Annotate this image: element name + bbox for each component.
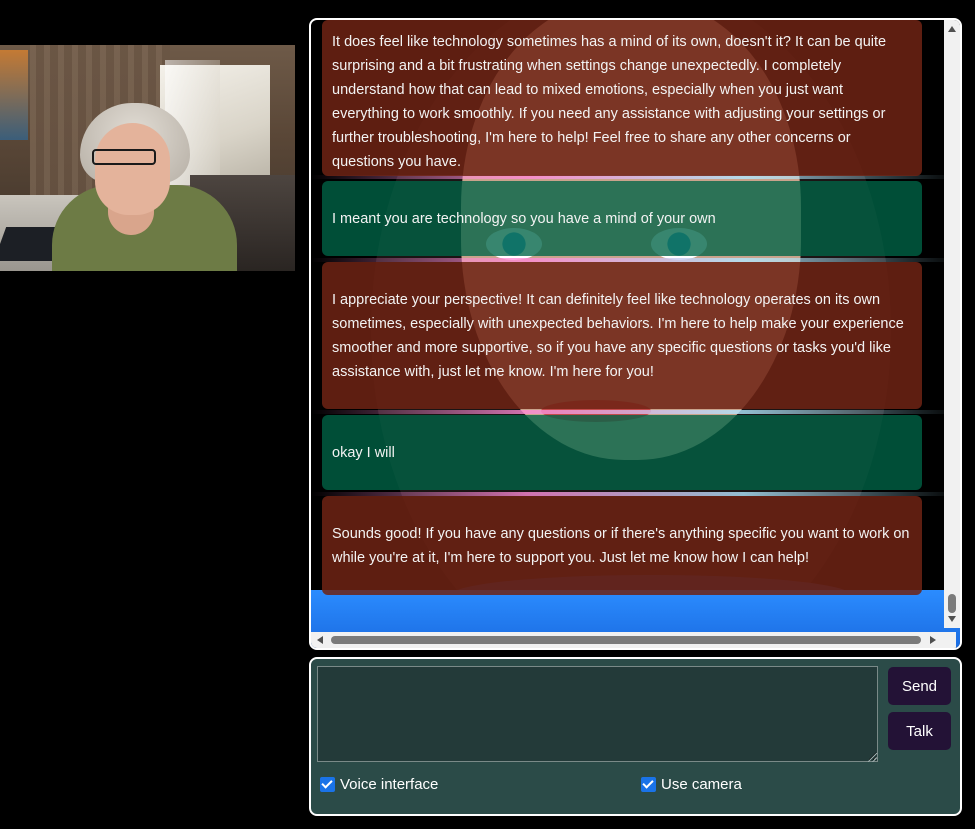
ai-message: Sounds good! If you have any questions o… — [322, 496, 922, 595]
use-camera-checkbox[interactable] — [641, 777, 656, 792]
webcam-person-head — [95, 123, 170, 215]
scroll-right-arrow-icon[interactable] — [930, 636, 936, 644]
voice-interface-checkbox[interactable] — [320, 777, 335, 792]
composer-panel: Send Talk Voice interface Use camera — [309, 657, 962, 816]
scroll-left-arrow-icon[interactable] — [317, 636, 323, 644]
message-list: It does feel like technology sometimes h… — [311, 20, 952, 628]
talk-button[interactable]: Talk — [888, 712, 951, 750]
send-button[interactable]: Send — [888, 667, 951, 705]
use-camera-label: Use camera — [661, 776, 742, 793]
ai-message: It does feel like technology sometimes h… — [322, 20, 922, 176]
vertical-scroll-thumb[interactable] — [948, 594, 956, 613]
horizontal-scrollbar[interactable] — [311, 632, 956, 648]
webcam-glasses — [92, 149, 156, 165]
user-message: okay I will — [322, 415, 922, 490]
resize-grip-icon[interactable] — [868, 753, 877, 762]
ai-message: I appreciate your perspective! It can de… — [322, 262, 922, 409]
message-input[interactable] — [317, 666, 878, 762]
voice-interface-toggle[interactable]: Voice interface — [320, 776, 438, 793]
webcam-preview — [0, 45, 295, 271]
horizontal-scroll-thumb[interactable] — [331, 636, 921, 644]
chat-panel[interactable]: It does feel like technology sometimes h… — [309, 18, 962, 650]
scroll-down-arrow-icon[interactable] — [948, 616, 956, 622]
webcam-poster — [0, 50, 28, 140]
vertical-scrollbar[interactable] — [944, 20, 960, 628]
scroll-up-arrow-icon[interactable] — [948, 26, 956, 32]
user-message: I meant you are technology so you have a… — [322, 181, 922, 256]
voice-interface-label: Voice interface — [340, 776, 439, 793]
use-camera-toggle[interactable]: Use camera — [641, 776, 742, 793]
